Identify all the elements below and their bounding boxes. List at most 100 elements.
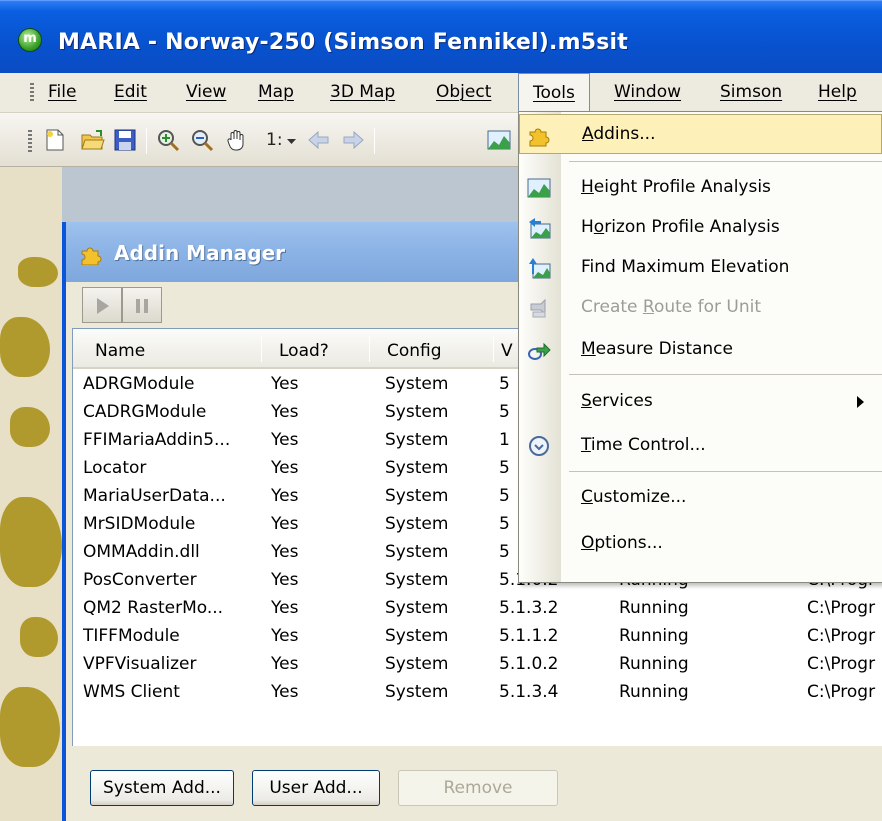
menu-item-options[interactable]: Options...: [519, 524, 882, 564]
cell-version: 5.1.1.2: [499, 626, 559, 646]
cell-version: 5: [499, 486, 510, 506]
menu-item-label: Options...: [581, 533, 663, 553]
cell-load: Yes: [271, 486, 299, 506]
cell-name: ADRGModule: [83, 374, 195, 394]
column-config[interactable]: Config: [387, 341, 442, 361]
menu-item-label: Services: [581, 391, 653, 411]
cell-load: Yes: [271, 598, 299, 618]
column-load[interactable]: Load?: [279, 341, 329, 361]
menu-simson[interactable]: Simson: [720, 82, 782, 102]
column-version[interactable]: V: [501, 341, 513, 361]
column-divider[interactable]: [493, 336, 494, 362]
remove-button[interactable]: Remove: [398, 770, 558, 806]
menu-edit[interactable]: Edit: [114, 82, 147, 102]
pause-icon: [144, 299, 148, 313]
table-row[interactable]: WMS Client Yes System 5.1.3.4 Running C:\Prog…: [73, 681, 882, 709]
zoom-in-icon[interactable]: [156, 128, 182, 152]
open-folder-icon[interactable]: [80, 128, 106, 152]
route-icon: [527, 296, 551, 320]
menu-item-measure-distance[interactable]: Measure Distance: [519, 330, 882, 370]
cell-config: System: [385, 598, 449, 618]
height-profile-icon: [527, 176, 551, 200]
menu-view[interactable]: View: [186, 82, 226, 102]
pause-button[interactable]: [122, 287, 162, 323]
cell-name: OMMAddin.dll: [83, 542, 200, 562]
menu-help[interactable]: Help: [818, 82, 857, 102]
back-arrow-icon[interactable]: [306, 128, 332, 152]
cell-load: Yes: [271, 402, 299, 422]
menu-item-label: Create Route for Unit: [581, 297, 762, 317]
menu-item-label: Horizon Profile Analysis: [581, 217, 780, 237]
map-view[interactable]: [0, 167, 62, 821]
horizon-profile-icon: [527, 216, 551, 240]
menu-item-label: Find Maximum Elevation: [581, 257, 790, 277]
scale-label: 1:: [266, 130, 283, 150]
pan-hand-icon[interactable]: [224, 128, 250, 152]
toolbar-grip[interactable]: [28, 130, 32, 152]
system-add-button[interactable]: System Add...: [90, 770, 234, 806]
menu-map[interactable]: Map: [258, 82, 294, 102]
menu-item-addins[interactable]: Addins...: [519, 114, 882, 154]
table-row[interactable]: TIFFModule Yes System 5.1.1.2 Running C:\Prog…: [73, 625, 882, 653]
cell-name: VPFVisualizer: [83, 654, 197, 674]
cell-path: C:\Progr: [807, 654, 876, 674]
column-divider[interactable]: [369, 336, 370, 362]
cell-version: 1: [499, 430, 510, 450]
puzzle-icon: [80, 243, 104, 266]
cell-config: System: [385, 542, 449, 562]
menu-window[interactable]: Window: [614, 82, 681, 102]
measure-distance-icon: [527, 338, 551, 362]
cell-config: System: [385, 626, 449, 646]
main-title-bar[interactable]: m MARIA - Norway-250 (Simson Fennikel).m…: [0, 0, 882, 73]
cell-name: FFIMariaAddin5...: [83, 430, 231, 450]
cell-load: Yes: [271, 374, 299, 394]
cell-path: C:\Progr: [807, 598, 876, 618]
menu-item-horizon-profile[interactable]: Horizon Profile Analysis: [519, 208, 882, 248]
cell-version: 5.1.3.2: [499, 598, 559, 618]
menu-object[interactable]: Object: [436, 82, 491, 102]
menu-3d-map[interactable]: 3D Map: [330, 82, 395, 102]
column-divider[interactable]: [261, 336, 262, 362]
column-name[interactable]: Name: [95, 341, 145, 361]
cell-load: Yes: [271, 654, 299, 674]
cell-config: System: [385, 654, 449, 674]
table-row[interactable]: VPFVisualizer Yes System 5.1.0.2 Running C:\P…: [73, 653, 882, 681]
cell-name: CADRGModule: [83, 402, 207, 422]
menubar-grip[interactable]: [30, 83, 34, 101]
menu-item-label: Measure Distance: [581, 339, 733, 359]
menu-separator: [569, 374, 882, 375]
cell-version: 5: [499, 514, 510, 534]
forward-arrow-icon[interactable]: [340, 128, 366, 152]
user-add-button[interactable]: User Add...: [252, 770, 380, 806]
scale-dropdown-icon[interactable]: [284, 128, 300, 152]
maria-app-icon[interactable]: m: [18, 28, 42, 52]
addin-button-bar: System Add... User Add... Remove: [72, 746, 882, 821]
menu-item-time-control[interactable]: Time Control...: [519, 426, 882, 466]
pause-icon: [136, 299, 140, 313]
cell-load: Yes: [271, 542, 299, 562]
zoom-out-icon[interactable]: [190, 128, 216, 152]
cell-status: Running: [619, 626, 689, 646]
height-profile-icon[interactable]: [486, 128, 512, 152]
menu-item-customize[interactable]: Customize...: [519, 478, 882, 518]
cell-name: TIFFModule: [83, 626, 180, 646]
new-document-icon[interactable]: [42, 128, 68, 152]
menu-item-services[interactable]: Services: [519, 382, 882, 422]
cell-load: Yes: [271, 430, 299, 450]
menu-tools[interactable]: Tools: [518, 73, 590, 113]
menu-item-create-route[interactable]: Create Route for Unit: [519, 288, 882, 328]
table-row[interactable]: QM2 RasterMo... Yes System 5.1.3.2 Running C:…: [73, 597, 882, 625]
play-button[interactable]: [82, 287, 122, 323]
menu-file[interactable]: File: [48, 82, 76, 102]
cell-version: 5: [499, 542, 510, 562]
cell-config: System: [385, 570, 449, 590]
cell-name: MrSIDModule: [83, 514, 196, 534]
save-icon[interactable]: [112, 128, 138, 152]
cell-load: Yes: [271, 514, 299, 534]
menu-item-find-max-elevation[interactable]: Find Maximum Elevation: [519, 248, 882, 288]
tools-menu-dropdown: Addins... Height Profile Analysis Horizo…: [518, 111, 882, 583]
play-icon: [97, 298, 109, 314]
cell-path: C:\Progr: [807, 682, 876, 702]
menu-item-height-profile[interactable]: Height Profile Analysis: [519, 168, 882, 208]
cell-config: System: [385, 402, 449, 422]
